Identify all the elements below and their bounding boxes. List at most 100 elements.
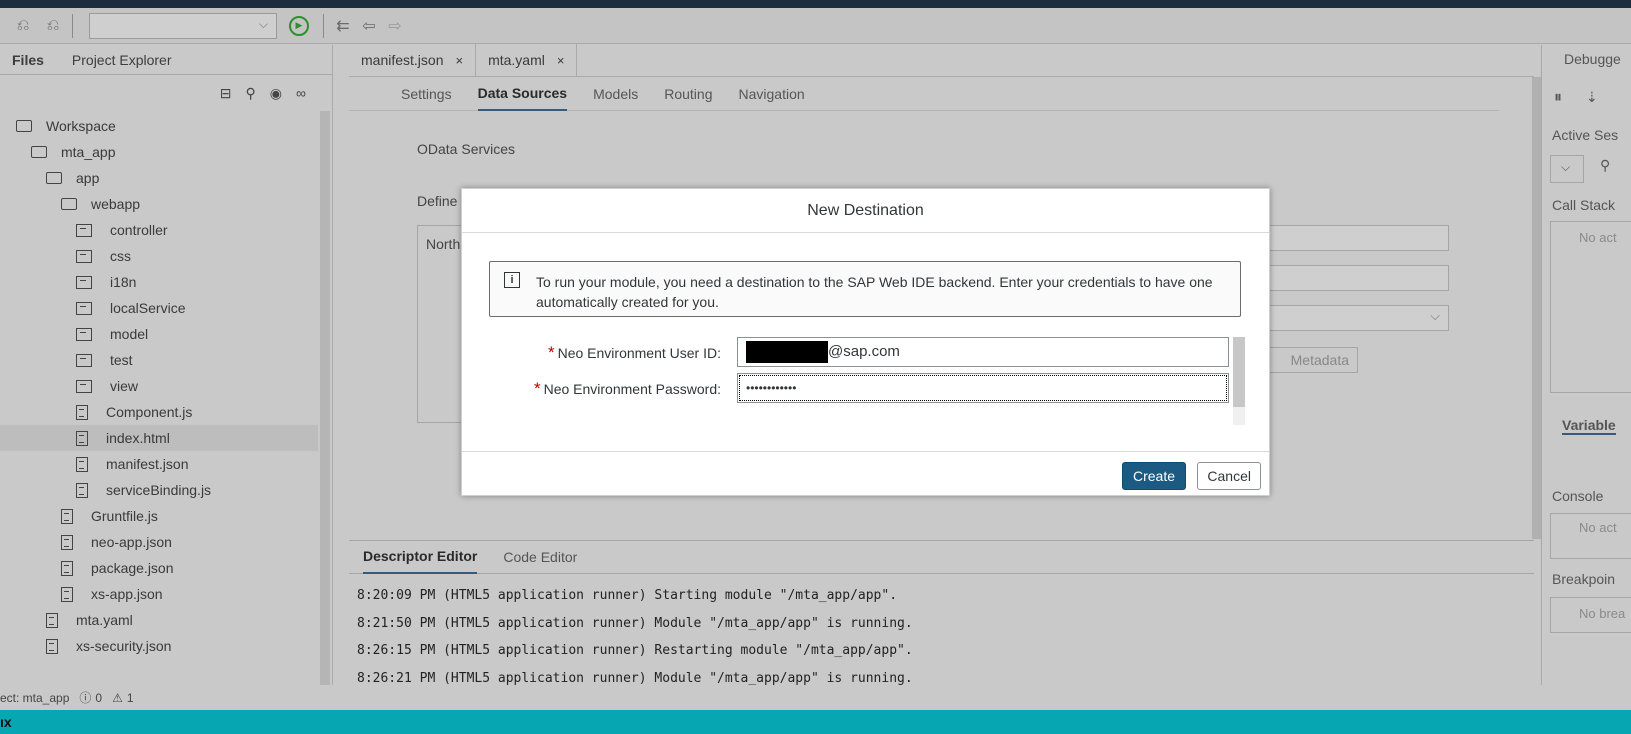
tree-folder-item[interactable]: localService [76,295,185,321]
files-panel: Files Project Explorer ⊟ ⚲ ◉ ∞ Workspace… [0,45,333,685]
call-stack-box: No act [1550,221,1631,393]
file-icon [76,456,88,472]
password-row: * Neo Environment Password: •••••••••••• [489,373,1241,403]
file-icon [76,482,88,498]
create-button[interactable]: Create [1121,462,1186,490]
console-line: 8:21:50 PM (HTML5 application runner) Mo… [357,615,913,631]
tree-file-item[interactable]: neo-app.json [61,529,172,555]
subtab-navigation[interactable]: Navigation [738,78,804,110]
tree-item-label: mta.yaml [76,612,133,628]
warning-icon[interactable]: ⚠ [112,691,123,705]
tree-file-item[interactable]: Component.js [76,399,192,425]
link-icon[interactable]: ⚲ [246,85,256,102]
tree-item-label: controller [110,222,168,238]
navigate-back-history-icon[interactable]: ⇇ [332,15,354,37]
user-id-label: * Neo Environment User ID: [547,343,721,362]
cancel-button[interactable]: Cancel [1197,462,1261,490]
tree-folder-item[interactable]: webapp [61,191,140,217]
tree-folder-item[interactable]: i18n [76,269,136,295]
tab-variables[interactable]: Variable [1562,417,1616,435]
info-text: To run your module, you need a destinati… [536,274,1213,310]
error-count: 0 [95,690,103,705]
password-input[interactable]: •••••••••••• [737,373,1229,403]
form-scrollbar[interactable] [1233,337,1245,425]
tree-folder-item[interactable]: test [76,347,133,373]
tab-files[interactable]: Files [12,52,44,68]
scrollbar-thumb[interactable] [1233,337,1245,407]
tree-item-label: css [110,248,131,264]
tree-folder-item[interactable]: css [76,243,131,269]
tab-manifest-json[interactable]: manifest.json × [349,44,477,76]
console-line: 8:20:09 PM (HTML5 application runner) St… [357,588,898,603]
tree-folder-item[interactable]: mta_app [31,139,115,165]
back-arrow-icon[interactable]: ⇦ [358,15,380,37]
main-toolbar: ⎌ ⎌ ⌵ ▶ ⇇ ⇦ ⇨ [0,8,1631,44]
window-top-bar [0,0,1631,8]
tree-item-label: Component.js [106,404,193,420]
package-icon [76,327,92,341]
subtab-data-sources[interactable]: Data Sources [477,77,568,111]
file-icon [61,560,73,576]
error-icon[interactable]: ⓘ [79,689,91,706]
console-output: 8:20:09 PM (HTML5 application runner) St… [349,582,1534,692]
eye-icon[interactable]: ◉ [270,85,282,102]
tree-folder-item[interactable]: model [76,321,148,347]
console-line: 8:26:15 PM (HTML5 application runner) Re… [357,643,913,658]
package-icon [76,223,92,237]
tree-folder-item[interactable]: view [76,373,138,399]
toolbar-separator [323,13,324,38]
user-id-input[interactable]: @sap.com [737,337,1229,367]
tree-item-label: Workspace [46,118,116,134]
redo-icon[interactable]: ⎌ [42,15,64,37]
tree-file-item[interactable]: serviceBinding.js [76,477,211,503]
console-empty: No act [1579,520,1617,535]
package-icon [76,275,92,289]
tab-code-editor[interactable]: Code Editor [503,541,577,573]
tab-mta-yaml[interactable]: mta.yaml × [476,44,578,76]
glasses-icon[interactable]: ∞ [296,85,306,101]
undo-icon[interactable]: ⎌ [12,15,34,37]
session-select[interactable]: ⌵ [1550,155,1584,183]
tree-file-item[interactable]: xs-security.json [46,633,171,659]
subtab-settings[interactable]: Settings [401,78,452,110]
status-bar: ect: mta_app ⓘ 0 ⚠ 1 [0,685,1631,710]
subtab-routing[interactable]: Routing [664,78,712,110]
editor-tabs: manifest.json × mta.yaml × [349,44,1534,77]
tree-file-item[interactable]: index.html [0,425,318,451]
status-project: ect: mta_app [0,690,70,705]
info-icon: i [504,272,520,288]
tree-item-label: i18n [110,274,137,290]
files-scrollbar[interactable] [320,111,330,685]
subtab-models[interactable]: Models [593,78,638,110]
run-icon[interactable]: ▶ [289,15,309,36]
run-config-select[interactable]: ⌵ [89,12,277,39]
close-icon[interactable]: × [557,53,565,68]
tree-folder-item[interactable]: app [46,165,99,191]
forward-arrow-icon[interactable]: ⇨ [384,15,406,37]
metadata-button[interactable]: Metadata [1264,347,1358,373]
tree-file-item[interactable]: manifest.json [76,451,188,477]
close-icon[interactable]: × [455,53,463,68]
toolbar-separator [72,13,73,38]
tree-file-item[interactable]: xs-app.json [61,581,163,607]
package-icon [76,249,92,263]
step-icon[interactable]: ⇣ [1586,89,1598,106]
package-icon [76,301,92,315]
pause-icon[interactable]: ⏸ [1554,89,1562,107]
collapse-all-icon[interactable]: ⊟ [220,85,232,102]
tree-folder-item[interactable]: Workspace [16,113,116,139]
file-icon [46,638,58,654]
tab-descriptor-editor[interactable]: Descriptor Editor [363,540,478,574]
folder-open-icon [16,120,32,132]
tree-item-label: mta_app [61,144,116,160]
tree-file-item[interactable]: mta.yaml [46,607,133,633]
disconnect-icon[interactable]: ⚲ [1600,157,1610,174]
tree-item-label: test [110,352,133,368]
debugger-title[interactable]: Debugge [1564,51,1621,67]
tree-file-item[interactable]: Gruntfile.js [61,503,158,529]
tree-folder-item[interactable]: controller [76,217,168,243]
service-name[interactable]: North [426,236,460,252]
tree-file-item[interactable]: package.json [61,555,174,581]
tab-project-explorer[interactable]: Project Explorer [72,52,172,68]
file-icon [76,430,88,446]
